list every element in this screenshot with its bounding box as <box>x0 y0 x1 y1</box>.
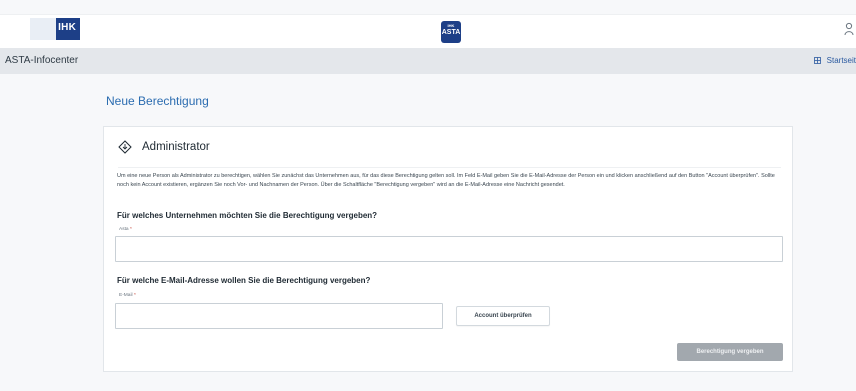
grant-permission-button[interactable]: Berechtigung vergeben <box>677 343 783 361</box>
email-field-label-text: E-Mail <box>119 293 133 298</box>
company-field-label-text: Asta <box>119 227 129 232</box>
asta-logo[interactable]: IHK ASTA <box>441 21 461 43</box>
required-mark: * <box>133 293 136 298</box>
company-question: Für welches Unternehmen möchten Sie die … <box>117 211 378 220</box>
intro-text: Um eine neue Person als Administrator zu… <box>117 173 775 188</box>
user-icon-glyph <box>844 22 854 36</box>
sub-navigation-bar: ASTA-Infocenter Startseit <box>0 48 856 74</box>
asta-logo-top-text: IHK <box>447 23 455 28</box>
diamond-icon <box>118 140 132 154</box>
required-mark: * <box>129 227 132 232</box>
company-input[interactable] <box>115 236 783 262</box>
top-app-bar: IHK IHK ASTA <box>0 14 856 48</box>
card-header: Administrator <box>118 139 210 155</box>
administrator-card: Administrator Um eine neue Person als Ad… <box>103 126 793 372</box>
user-icon[interactable] <box>844 22 854 38</box>
email-field-label: E-Mail * <box>119 293 136 298</box>
email-input[interactable] <box>115 303 443 329</box>
app-title: ASTA-Infocenter <box>5 55 79 66</box>
card-title: Administrator <box>142 141 210 153</box>
ihk-logo-text: IHK <box>58 22 76 33</box>
check-account-button[interactable]: Account überprüfen <box>456 306 550 326</box>
home-link-label: Startseit <box>826 56 856 65</box>
card-divider <box>118 167 781 168</box>
email-question: Für welche E-Mail-Adresse wollen Sie die… <box>117 276 371 285</box>
company-field-label: Asta * <box>119 227 132 232</box>
asta-logo-bottom-text: ASTA <box>441 29 461 36</box>
grid-icon <box>814 56 823 65</box>
page-title: Neue Berechtigung <box>106 94 209 108</box>
home-link[interactable]: Startseit <box>814 56 856 65</box>
ihk-logo[interactable]: IHK <box>30 18 80 40</box>
